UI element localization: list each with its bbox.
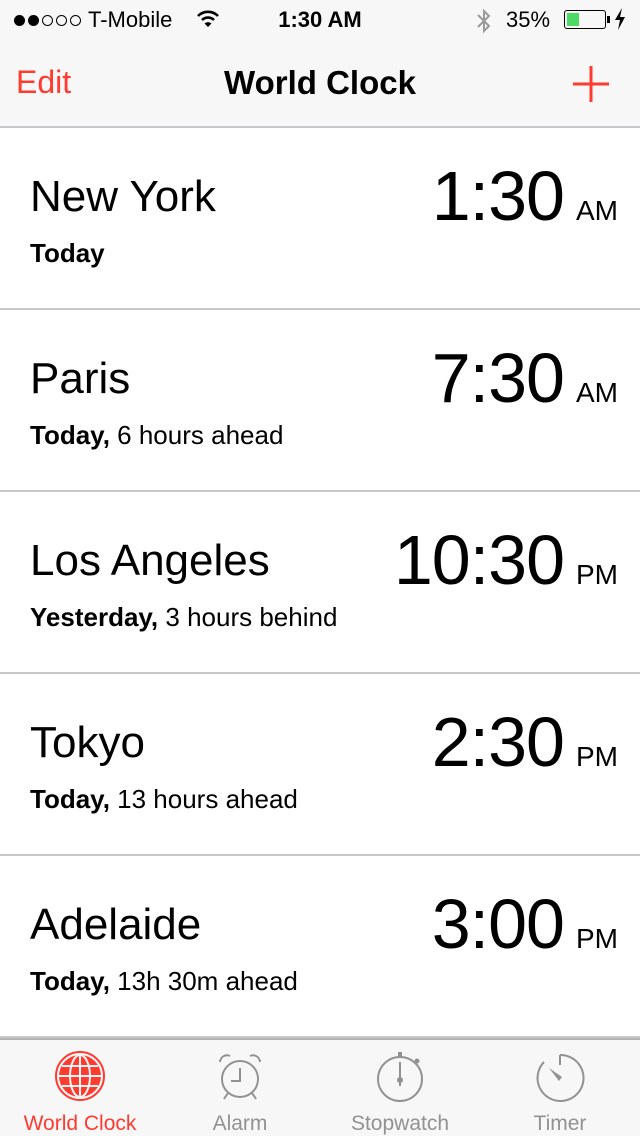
tab-bar: World Clock Alarm Stopwatch Timer <box>0 1038 640 1136</box>
offset-label: 3 hours behind <box>158 602 338 632</box>
battery-percent: 35% <box>506 7 551 32</box>
clock-row[interactable]: Adelaide Today, 13h 30m ahead 3:00 PM <box>0 856 640 1038</box>
top-bar: T-Mobile 1:30 AM 35% Edit World Clock <box>0 0 640 128</box>
tab-label: World Clock <box>23 1112 137 1135</box>
battery-nub <box>607 16 610 23</box>
battery-level <box>567 13 580 26</box>
offset-label: 13 hours ahead <box>109 784 298 814</box>
ampm-label: PM <box>576 923 618 954</box>
clock-time: 1:30 AM <box>432 156 618 236</box>
day-offset: Yesterday, 3 hours behind <box>30 602 337 633</box>
ampm-label: AM <box>576 195 618 226</box>
page-title: World Clock <box>224 64 416 101</box>
day-offset: Today <box>30 238 105 269</box>
stopwatch-icon <box>377 1052 423 1102</box>
day-offset: Today, 6 hours ahead <box>30 420 283 451</box>
clock-time: 10:30 PM <box>394 520 618 600</box>
day-label: Yesterday, <box>30 602 159 632</box>
time-value: 3:00 <box>431 885 565 963</box>
day-label: Today, <box>30 420 110 450</box>
time-value: 2:30 <box>431 703 565 781</box>
tab-label: Timer <box>533 1112 587 1135</box>
tab-stopwatch[interactable]: Stopwatch <box>320 1040 480 1136</box>
tab-world-clock[interactable]: World Clock <box>0 1040 160 1136</box>
tab-timer[interactable]: Timer <box>480 1040 640 1136</box>
offset-label: 13h 30m ahead <box>109 966 298 996</box>
ampm-label: PM <box>576 741 618 772</box>
ampm-label: PM <box>576 559 618 590</box>
clock-row[interactable]: Tokyo Today, 13 hours ahead 2:30 PM <box>0 674 640 856</box>
timer-icon <box>536 1053 585 1102</box>
tab-label: Stopwatch <box>350 1112 450 1135</box>
city-name: New York <box>30 172 216 221</box>
offset-label: 6 hours ahead <box>109 420 284 450</box>
globe-icon <box>55 1051 105 1101</box>
city-name: Adelaide <box>30 900 202 949</box>
clock-row[interactable]: Paris Today, 6 hours ahead 7:30 AM <box>0 310 640 492</box>
alarm-clock-icon <box>219 1054 261 1100</box>
clock-time: 2:30 PM <box>432 702 618 782</box>
bluetooth-icon <box>477 8 491 34</box>
clock-row[interactable]: New York Today 1:30 AM <box>0 128 640 310</box>
day-label: Today <box>30 238 105 268</box>
day-offset: Today, 13 hours ahead <box>30 784 298 815</box>
plus-icon[interactable] <box>571 64 611 104</box>
city-name: Los Angeles <box>30 536 270 585</box>
day-label: Today, <box>30 966 110 996</box>
tab-alarm[interactable]: Alarm <box>160 1040 320 1136</box>
status-bar: T-Mobile 1:30 AM 35% <box>0 0 640 40</box>
battery-icon <box>564 10 606 29</box>
time-value: 1:30 <box>431 157 565 235</box>
ampm-label: AM <box>576 377 618 408</box>
clock-row[interactable]: Los Angeles Yesterday, 3 hours behind 10… <box>0 492 640 674</box>
world-clock-list: New York Today 1:30 AM Paris Today, 6 hou… <box>0 128 640 1038</box>
city-name: Paris <box>30 354 131 403</box>
clock-time: 7:30 AM <box>432 338 618 418</box>
day-offset: Today, 13h 30m ahead <box>30 966 298 997</box>
charging-bolt-icon <box>615 8 625 30</box>
city-name: Tokyo <box>30 718 145 767</box>
time-value: 7:30 <box>431 339 565 417</box>
time-value: 10:30 <box>393 521 565 599</box>
day-label: Today, <box>30 784 110 814</box>
clock-time: 3:00 PM <box>432 884 618 964</box>
tab-label: Alarm <box>212 1112 268 1135</box>
